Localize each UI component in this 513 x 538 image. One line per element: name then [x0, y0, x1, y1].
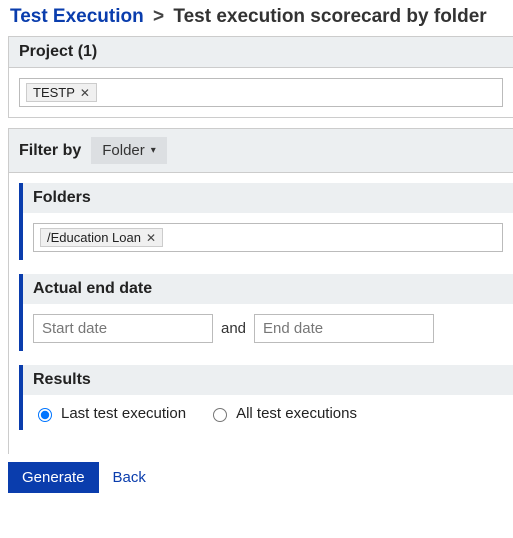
actual-end-date-section: Actual end date Start date and End date — [19, 274, 513, 351]
project-tag-input[interactable]: TESTP ✕ — [19, 78, 503, 107]
filter-by-row: Filter by Folder ▾ — [8, 128, 513, 173]
results-radio-last[interactable]: Last test execution — [33, 405, 186, 422]
breadcrumb-current: Test execution scorecard by folder — [173, 6, 486, 27]
results-section-title: Results — [23, 365, 513, 395]
results-radio-last-label: Last test execution — [61, 405, 186, 422]
chevron-down-icon: ▾ — [151, 145, 156, 156]
project-tag: TESTP ✕ — [26, 83, 97, 102]
project-panel-header: Project (1) — [9, 37, 513, 68]
breadcrumb-separator: > — [153, 6, 164, 27]
remove-tag-icon[interactable]: ✕ — [146, 231, 156, 245]
filter-sections: Folders /Education Loan ✕ Actual end dat… — [8, 173, 513, 454]
project-tag-label: TESTP — [33, 85, 75, 100]
start-date-input[interactable]: Start date — [33, 314, 213, 343]
results-radio-group: Last test execution All test executions — [33, 405, 503, 422]
end-date-input[interactable]: End date — [254, 314, 434, 343]
folder-tag: /Education Loan ✕ — [40, 228, 163, 247]
results-radio-all-label: All test executions — [236, 405, 357, 422]
project-panel: Project (1) TESTP ✕ — [8, 36, 513, 118]
back-link[interactable]: Back — [113, 469, 146, 486]
results-radio-last-input[interactable] — [38, 408, 52, 422]
folder-tag-label: /Education Loan — [47, 230, 141, 245]
folders-section: Folders /Education Loan ✕ — [19, 183, 513, 260]
folders-section-title: Folders — [23, 183, 513, 213]
date-range-row: Start date and End date — [33, 314, 503, 343]
generate-button[interactable]: Generate — [8, 462, 99, 493]
filter-by-selected: Folder — [102, 142, 145, 159]
folders-tag-input[interactable]: /Education Loan ✕ — [33, 223, 503, 252]
date-and-label: and — [221, 320, 246, 337]
breadcrumb-root-link[interactable]: Test Execution — [10, 6, 144, 27]
breadcrumb: Test Execution > Test execution scorecar… — [0, 0, 513, 34]
filter-by-label: Filter by — [19, 142, 81, 160]
actual-end-date-title: Actual end date — [23, 274, 513, 304]
filter-by-dropdown[interactable]: Folder ▾ — [91, 137, 167, 164]
remove-tag-icon[interactable]: ✕ — [80, 86, 90, 100]
actions-row: Generate Back — [0, 454, 513, 509]
results-radio-all-input[interactable] — [213, 408, 227, 422]
results-radio-all[interactable]: All test executions — [208, 405, 357, 422]
results-section: Results Last test execution All test exe… — [19, 365, 513, 430]
